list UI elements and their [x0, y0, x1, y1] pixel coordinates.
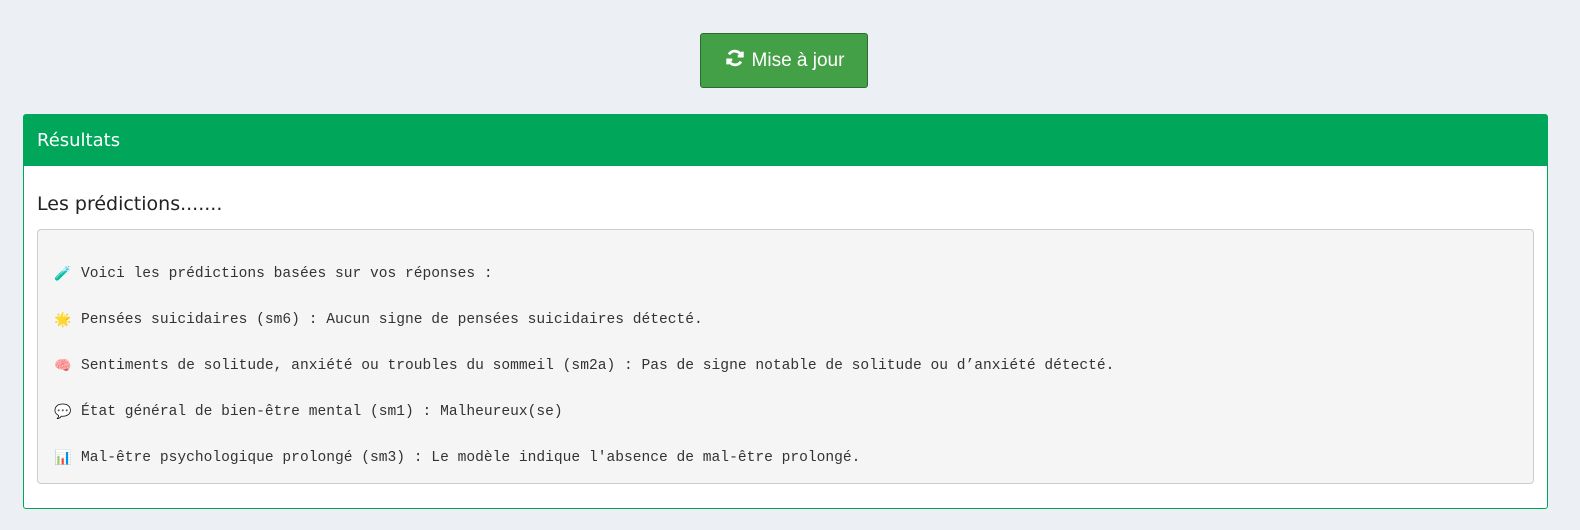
prediction-text: Mal-être psychologique prolongé (sm3) : …	[81, 450, 861, 466]
panel-title: Résultats	[37, 130, 121, 151]
test-tube-icon: 🧪	[54, 266, 72, 282]
prediction-text: État général de bien-être mental (sm1) :…	[81, 404, 563, 420]
refresh-icon	[724, 47, 746, 75]
speech-bubble-icon: 💬	[54, 404, 72, 420]
predictions-output: 🧪 Voici les prédictions basées sur vos ré…	[37, 229, 1534, 484]
results-panel: Résultats Les prédictions....... 🧪 Voici …	[23, 114, 1548, 509]
prediction-text: Voici les prédictions basées sur vos rép…	[81, 266, 493, 282]
bar-chart-icon: 📊	[54, 450, 72, 466]
update-button-label: Mise à jour	[751, 49, 845, 71]
predictions-heading: Les prédictions.......	[37, 193, 223, 215]
prediction-text: Pensées suicidaires (sm6) : Aucun signe …	[81, 312, 703, 328]
brain-icon: 🧠	[54, 358, 72, 374]
update-button[interactable]: Mise à jour	[700, 33, 868, 88]
prediction-line: 🧪 Voici les prédictions basées sur vos ré…	[38, 266, 1533, 312]
star-icon: 🌟	[54, 312, 72, 328]
panel-header: Résultats	[24, 115, 1547, 166]
prediction-line: 🧠 Sentiments de solitude, anxiété ou trou…	[38, 358, 1533, 404]
prediction-text: Sentiments de solitude, anxiété ou troub…	[81, 358, 1115, 374]
prediction-line: 💬 État général de bien-être mental (sm1) …	[38, 404, 1533, 450]
prediction-line: 📊 Mal-être psychologique prolongé (sm3) :…	[38, 450, 1533, 496]
prediction-line: 🌟 Pensées suicidaires (sm6) : Aucun signe…	[38, 312, 1533, 358]
